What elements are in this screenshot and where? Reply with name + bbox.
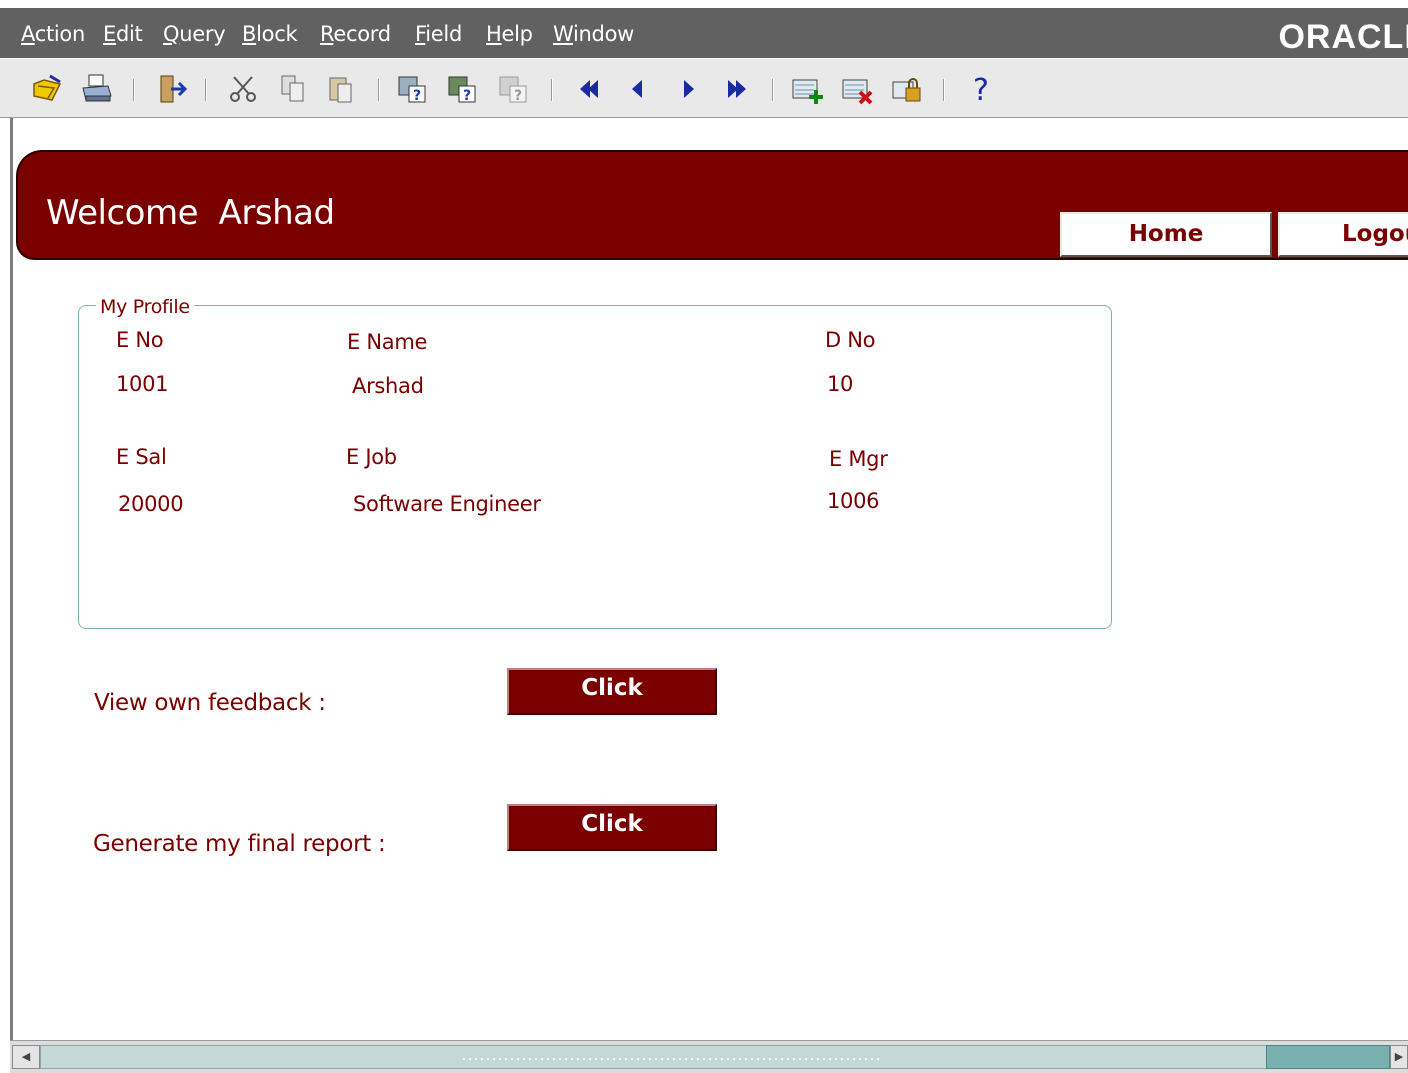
scroll-right-arrow-icon[interactable]: ▶ bbox=[1390, 1045, 1408, 1069]
logout-button[interactable]: Logout bbox=[1278, 212, 1408, 257]
svg-text:?: ? bbox=[973, 73, 989, 106]
menu-help[interactable]: Help bbox=[486, 22, 533, 46]
menu-query[interactable]: Query bbox=[163, 22, 226, 46]
ename-value: Arshad bbox=[352, 374, 424, 398]
menu-action-mnemonic: A bbox=[21, 22, 35, 46]
svg-text:?: ? bbox=[514, 88, 522, 104]
toolbar: ? ? ? ? bbox=[0, 58, 1408, 118]
oracle-logo: ORACLE bbox=[1278, 18, 1408, 56]
cut-icon[interactable] bbox=[226, 72, 260, 106]
svg-text:?: ? bbox=[463, 88, 471, 104]
eno-label: E No bbox=[116, 328, 164, 352]
profile-legend: My Profile bbox=[96, 296, 194, 318]
esal-label: E Sal bbox=[116, 445, 167, 469]
scroll-left-arrow-icon[interactable]: ◀ bbox=[12, 1045, 40, 1069]
view-feedback-label: View own feedback : bbox=[94, 690, 326, 716]
menu-record-label: ecord bbox=[333, 22, 391, 46]
emgr-value: 1006 bbox=[827, 489, 880, 513]
generate-report-label: Generate my final report : bbox=[93, 831, 386, 857]
home-button[interactable]: Home bbox=[1060, 212, 1272, 257]
last-record-icon[interactable] bbox=[720, 72, 754, 106]
scrollbar-grip bbox=[461, 1056, 881, 1062]
toolbar-separator bbox=[378, 79, 380, 101]
execute-query-icon[interactable]: ? bbox=[446, 72, 480, 106]
menu-query-label: uery bbox=[179, 22, 226, 46]
eno-value: 1001 bbox=[116, 372, 169, 396]
menu-window-mnemonic: W bbox=[553, 22, 574, 46]
menu-block-label: lock bbox=[256, 22, 298, 46]
menu-window-label: indow bbox=[573, 22, 635, 46]
delete-record-icon[interactable] bbox=[840, 72, 874, 106]
profile-frame bbox=[78, 305, 1112, 629]
previous-record-icon[interactable] bbox=[622, 72, 656, 106]
cancel-query-icon[interactable]: ? bbox=[497, 72, 531, 106]
emgr-label: E Mgr bbox=[829, 447, 888, 471]
enter-query-icon[interactable]: ? bbox=[396, 72, 430, 106]
menu-action-label: ction bbox=[34, 22, 86, 46]
print-icon[interactable] bbox=[80, 72, 114, 106]
horizontal-scrollbar[interactable]: ◀ ▶ bbox=[10, 1040, 1408, 1073]
menu-action[interactable]: Action bbox=[21, 22, 85, 46]
menu-block-mnemonic: B bbox=[242, 22, 257, 46]
menu-block[interactable]: Block bbox=[242, 22, 298, 46]
toolbar-separator bbox=[943, 79, 945, 101]
paste-icon[interactable] bbox=[324, 72, 358, 106]
toolbar-separator bbox=[551, 79, 553, 101]
lock-record-icon[interactable] bbox=[890, 72, 924, 106]
ejob-value: Software Engineer bbox=[353, 492, 541, 516]
ename-label: E Name bbox=[347, 330, 428, 354]
menu-help-mnemonic: H bbox=[486, 22, 502, 46]
exit-icon[interactable] bbox=[155, 72, 189, 106]
menu-field-label: ield bbox=[425, 22, 462, 46]
view-feedback-button[interactable]: Click bbox=[507, 668, 717, 715]
dno-value: 10 bbox=[827, 372, 854, 396]
toolbar-separator bbox=[772, 79, 774, 101]
first-record-icon[interactable] bbox=[572, 72, 606, 106]
esal-value: 20000 bbox=[118, 492, 184, 516]
scrollbar-track[interactable] bbox=[40, 1045, 1278, 1069]
menu-field[interactable]: Field bbox=[415, 22, 462, 46]
scrollbar-thumb[interactable] bbox=[1266, 1045, 1390, 1069]
menu-bar: Action Edit Query Block Record Field Hel… bbox=[0, 8, 1408, 58]
copy-icon[interactable] bbox=[276, 72, 310, 106]
menu-record-mnemonic: R bbox=[320, 22, 334, 46]
svg-text:?: ? bbox=[413, 88, 421, 104]
menu-edit-mnemonic: E bbox=[103, 22, 116, 46]
save-icon[interactable] bbox=[30, 72, 64, 106]
toolbar-separator bbox=[205, 79, 207, 101]
menu-record[interactable]: Record bbox=[320, 22, 391, 46]
insert-record-icon[interactable] bbox=[790, 72, 824, 106]
menu-field-mnemonic: F bbox=[415, 22, 426, 46]
generate-report-button[interactable]: Click bbox=[507, 804, 717, 851]
help-icon[interactable]: ? bbox=[964, 72, 998, 106]
menu-window[interactable]: Window bbox=[553, 22, 634, 46]
menu-edit[interactable]: Edit bbox=[103, 22, 143, 46]
ejob-label: E Job bbox=[346, 445, 397, 469]
dno-label: D No bbox=[825, 328, 876, 352]
menu-help-label: elp bbox=[501, 22, 533, 46]
menu-edit-label: dit bbox=[115, 22, 143, 46]
toolbar-separator bbox=[133, 79, 135, 101]
menu-query-mnemonic: Q bbox=[163, 22, 180, 46]
next-record-icon[interactable] bbox=[672, 72, 706, 106]
welcome-title: Welcome Arshad bbox=[46, 193, 335, 233]
